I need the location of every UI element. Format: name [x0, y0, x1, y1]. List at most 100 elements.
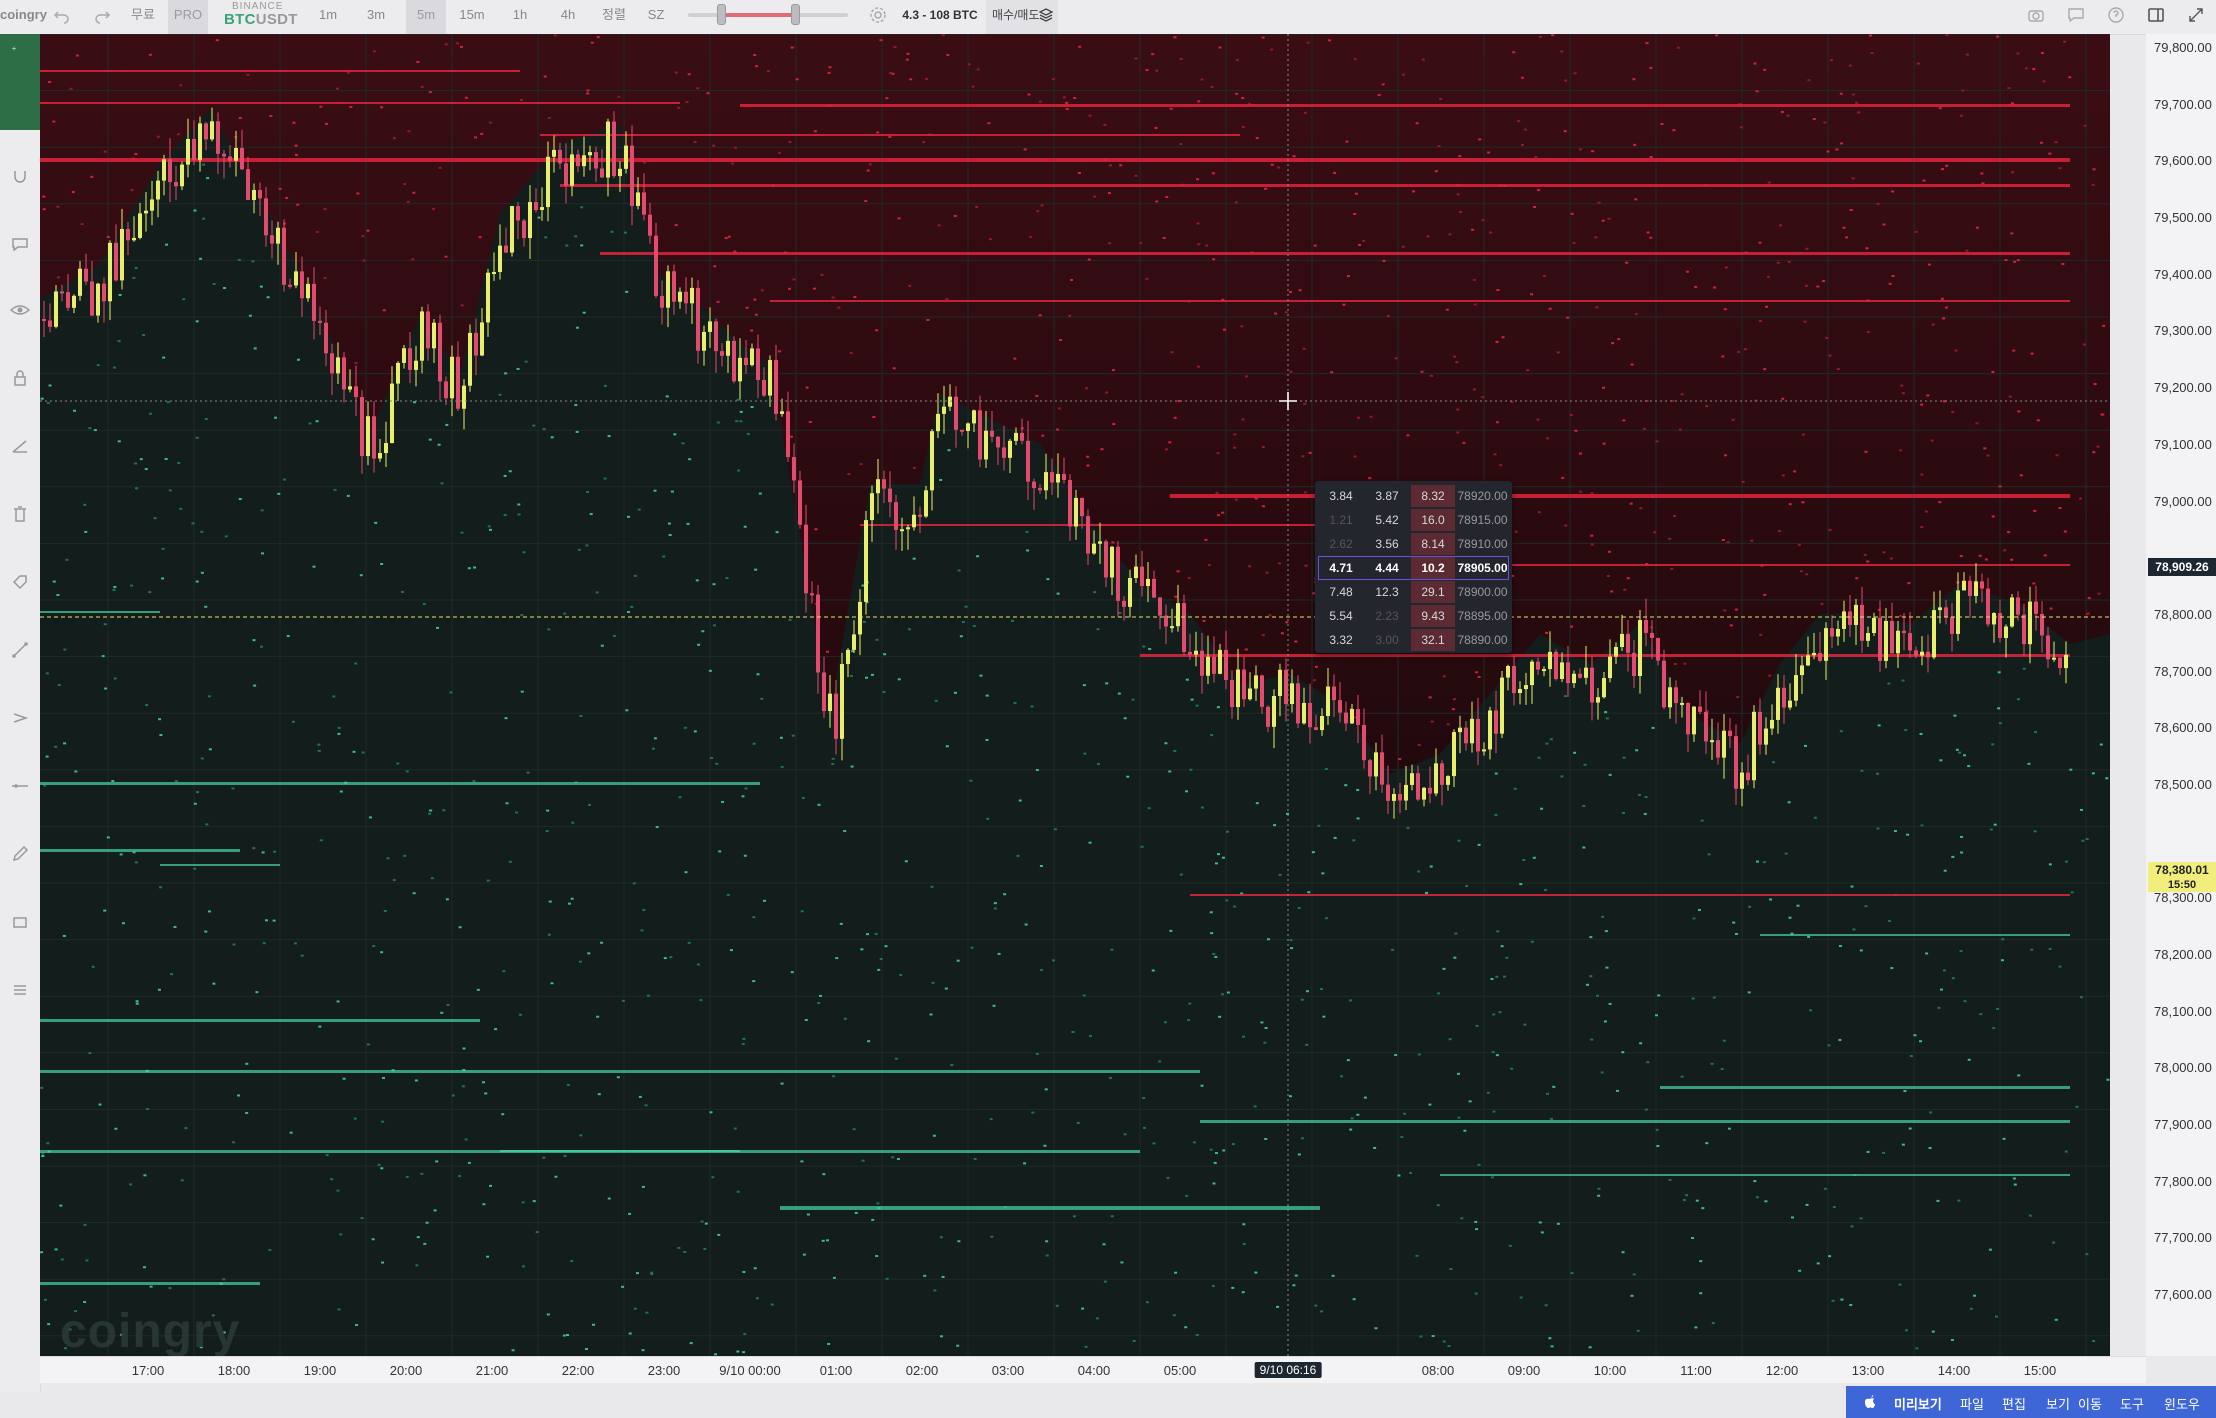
interval-5m[interactable]: 5m — [406, 0, 446, 34]
menu-file[interactable]: 파일 — [1960, 1394, 1984, 1413]
sort-button[interactable]: 정렬 — [596, 0, 632, 34]
redo-icon[interactable] — [92, 5, 112, 25]
interval-3m[interactable]: 3m — [358, 0, 394, 34]
candle-body — [1224, 649, 1228, 681]
price-axis[interactable]: 79,800.00 79,700.00 79,600.00 79,500.00 … — [2146, 34, 2216, 1356]
horizontal-line-tool[interactable] — [6, 772, 34, 800]
ray-tool[interactable] — [6, 704, 34, 732]
menu-view[interactable]: 보기 — [2046, 1394, 2070, 1413]
bid-dot — [1901, 1143, 1905, 1146]
ask-dot — [57, 276, 61, 279]
ask-dot — [48, 81, 52, 84]
bid-dot — [1055, 1304, 1059, 1307]
rectangle-tool[interactable] — [6, 908, 34, 936]
bid-dot — [2106, 1078, 2110, 1081]
size-button[interactable]: SZ — [640, 0, 672, 34]
heatmap-chart[interactable]: coingry — [40, 34, 2110, 1356]
bid-dot — [336, 1189, 340, 1192]
magnet-tool[interactable] — [6, 162, 34, 190]
ask-dot — [897, 217, 901, 220]
interval-1h[interactable]: 1h — [502, 0, 538, 34]
menu-tool[interactable] — [6, 976, 34, 1004]
bid-dot — [1563, 695, 1567, 698]
ask-dot — [1477, 675, 1481, 678]
tag-tool[interactable] — [6, 568, 34, 596]
size-slider-max-handle[interactable] — [791, 4, 800, 25]
bid-dot — [504, 372, 508, 375]
ask-dot — [1570, 625, 1574, 628]
time-label: 03:00 — [991, 1363, 1025, 1378]
panel-toggle-icon[interactable] — [2146, 5, 2166, 25]
heatmap-canvas[interactable] — [40, 34, 2110, 1356]
bid-dot — [1608, 1002, 1612, 1005]
trash-tool[interactable] — [6, 500, 34, 528]
ask-dot — [814, 528, 818, 531]
candle-body — [684, 291, 688, 304]
bid-dot — [1849, 1303, 1853, 1306]
trend-line-tool[interactable] — [6, 636, 34, 664]
bid-dot — [612, 634, 616, 637]
bid-dot — [449, 691, 453, 694]
ask-dot — [1563, 130, 1567, 133]
candle-body — [744, 357, 748, 366]
ask-dot — [777, 350, 781, 353]
bid-dot — [200, 530, 204, 533]
bid-dot — [415, 1264, 419, 1267]
bid-dot — [486, 1255, 490, 1258]
ask-dot — [2061, 263, 2065, 266]
bid-dot — [1635, 749, 1639, 752]
ruler-tool[interactable] — [6, 432, 34, 460]
free-tab[interactable]: 무료 — [126, 0, 160, 34]
ask-dot — [1294, 640, 1298, 643]
ask-dot — [1673, 663, 1677, 666]
candle-body — [552, 149, 556, 157]
bid-dot — [1356, 817, 1360, 820]
symbol-selector[interactable]: BINANCE BTCUSDT — [214, 0, 297, 34]
bid-dot — [603, 384, 607, 387]
ask-dot — [1649, 66, 1653, 69]
menu-window[interactable]: 윈도우 — [2164, 1394, 2200, 1413]
bid-dot — [135, 1000, 139, 1003]
interval-4h[interactable]: 4h — [550, 0, 586, 34]
candle-body — [156, 180, 160, 200]
menu-edit[interactable]: 편집 — [2002, 1394, 2026, 1413]
bid-dot — [1123, 717, 1127, 720]
bid-dot — [1118, 612, 1122, 615]
eye-tool[interactable] — [6, 296, 34, 324]
ask-dot — [1382, 259, 1386, 262]
comment-tool[interactable] — [6, 230, 34, 258]
bid-dot — [760, 697, 764, 700]
bid-dot — [1491, 1176, 1495, 1179]
undo-icon[interactable] — [52, 5, 72, 25]
interval-15m[interactable]: 15m — [452, 0, 492, 34]
bid-dot — [232, 943, 236, 946]
ask-dot — [1723, 454, 1727, 457]
menu-tools[interactable]: 도구 — [2120, 1394, 2144, 1413]
camera-icon[interactable] — [2026, 5, 2046, 25]
bid-dot — [1477, 1163, 1481, 1166]
candle-body — [1518, 689, 1522, 694]
fullscreen-icon[interactable] — [2186, 5, 2206, 25]
bid-dot — [1221, 856, 1225, 859]
candle-body — [246, 169, 250, 201]
candle-body — [1782, 687, 1786, 708]
settings-icon[interactable] — [868, 5, 888, 25]
ask-dot — [1763, 368, 1767, 371]
bid-dot — [1474, 1220, 1478, 1223]
menu-go[interactable]: 이동 — [2078, 1394, 2102, 1413]
bid-dot — [1655, 1128, 1659, 1131]
side-toggle-button[interactable]: 매수/매도 — [986, 0, 1058, 34]
pencil-tool[interactable] — [6, 840, 34, 868]
help-icon[interactable] — [2106, 5, 2126, 25]
bid-dot — [1816, 1262, 1820, 1265]
interval-1m[interactable]: 1m — [310, 0, 346, 34]
time-axis[interactable]: 17:00 18:00 19:00 20:00 21:00 22:00 23:0… — [40, 1356, 2146, 1383]
size-slider-min-handle[interactable] — [717, 4, 726, 25]
pro-tab[interactable]: PRO — [168, 0, 208, 34]
apple-icon[interactable] — [1864, 1394, 1877, 1412]
lock-tool[interactable] — [6, 364, 34, 392]
crosshair-tool[interactable] — [0, 34, 40, 130]
chat-icon[interactable] — [2066, 5, 2086, 25]
ask-dot — [1826, 150, 1830, 153]
menu-preview[interactable]: 미리보기 — [1894, 1394, 1942, 1413]
